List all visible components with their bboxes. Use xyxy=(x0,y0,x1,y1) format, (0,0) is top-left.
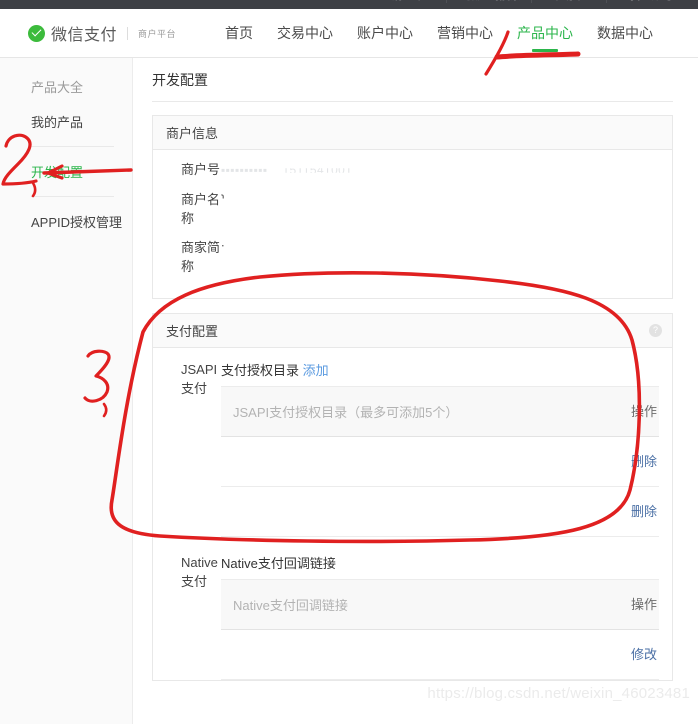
nav-item-product-center[interactable]: 产品中心 xyxy=(505,9,585,58)
merchant-id-redacted: ▪▪▪▪▪▪▪▪▪▪ xyxy=(221,163,283,177)
jsapi-op-header: 操作 xyxy=(631,403,658,419)
nav-item-account-center[interactable]: 账户中心 xyxy=(345,9,425,58)
native-op-header: 操作 xyxy=(631,596,658,612)
nav-item-marketing-center[interactable]: 营销中心 xyxy=(425,9,505,58)
merchant-row-name: 商户名称 } xyxy=(153,180,672,228)
sidebar: 产品大全 我的产品 开发配置 APPID授权管理 xyxy=(0,58,133,724)
native-grid-header-row: Native支付回调链接 操作 xyxy=(221,580,659,630)
watermark: https://blog.csdn.net/weixin_46023481 xyxy=(427,685,690,702)
main-nav: 首页 交易中心 账户中心 营销中心 产品中心 数据中心 xyxy=(213,9,665,58)
nav-item-data-center[interactable]: 数据中心 xyxy=(585,9,665,58)
merchant-id-value: 1511541001 xyxy=(282,163,353,177)
brand-name: 微信支付 xyxy=(51,27,118,44)
sidebar-item-dev-config[interactable]: 开发配置 xyxy=(0,152,132,191)
wechat-pay-logo-icon xyxy=(28,24,45,42)
jsapi-grid-row-1: 删除 xyxy=(221,437,659,487)
merchant-info-header: 商户信息 xyxy=(153,116,672,150)
merchant-shortname-value: : xyxy=(221,240,225,255)
native-pay-subhead-text: Native支付回调链接 xyxy=(221,556,336,571)
jsapi-row-2-delete[interactable]: 删除 xyxy=(629,487,659,536)
message-icon: ▤ xyxy=(379,0,388,1)
merchant-row-id-value: ▪▪▪▪▪▪▪▪▪▪ 1511541001 xyxy=(221,160,352,180)
topbar-item-messages-label: 消息中心 xyxy=(392,0,436,3)
topbar-item-help[interactable]: ● 帮助中心 xyxy=(531,0,605,3)
native-callback-grid: Native支付回调链接 操作 修改 xyxy=(221,579,659,680)
sidebar-heading: 产品大全 xyxy=(31,80,84,95)
brand-divider xyxy=(127,26,129,40)
jsapi-pay-label: JSAPI支付 xyxy=(181,362,218,396)
native-row-1-value xyxy=(221,630,629,679)
merchant-row-name-label: 商户名称 xyxy=(181,192,221,226)
main-content: 开发配置 商户信息 商户号 ▪▪▪▪▪▪▪▪▪▪ 1511541001 商户名称… xyxy=(134,58,698,724)
native-placeholder-cell: Native支付回调链接 xyxy=(233,598,348,613)
merchant-name-value: } xyxy=(221,192,226,207)
jsapi-grid-row-2: 删除 xyxy=(221,487,659,537)
pay-config-header: 支付配置 ? xyxy=(153,314,672,348)
jsapi-grid-header-row: JSAPI支付授权目录（最多可添加5个） 操作 xyxy=(221,387,659,437)
pay-config-panel: 支付配置 ? JSAPI支付 支付授权目录 添加 JSAPI支付授权目录（最多可… xyxy=(152,313,673,681)
chevron-down-icon: ▾ xyxy=(677,0,682,1)
jsapi-row-1-delete[interactable]: 删除 xyxy=(629,437,659,486)
native-row-1-modify[interactable]: 修改 xyxy=(629,630,659,679)
sidebar-divider-2 xyxy=(31,196,114,197)
nav-item-home[interactable]: 首页 xyxy=(213,9,265,58)
sidebar-divider-1 xyxy=(31,146,114,147)
topbar-item-account-label: 我的账号 xyxy=(629,0,673,3)
sidebar-item-appid-auth[interactable]: APPID授权管理 xyxy=(0,202,132,241)
site-header: 微信支付 商户平台 首页 交易中心 账户中心 营销中心 产品中心 数据中心 xyxy=(0,9,698,58)
jsapi-placeholder-cell: JSAPI支付授权目录（最多可添加5个） xyxy=(233,405,459,420)
sidebar-item-my-products[interactable]: 我的产品 xyxy=(0,102,132,141)
merchant-info-title: 商户信息 xyxy=(166,126,219,141)
jsapi-pay-body: 支付授权目录 添加 JSAPI支付授权目录（最多可添加5个） 操作 删除 删除 xyxy=(221,360,672,537)
merchant-info-body: 商户号 ▪▪▪▪▪▪▪▪▪▪ 1511541001 商户名称 } 商家简称 : xyxy=(153,150,672,298)
merchant-row-name-value: } xyxy=(221,190,225,228)
jsapi-row-1-value xyxy=(221,437,629,486)
pay-config-title: 支付配置 xyxy=(166,324,219,339)
native-pay-label: Native支付 xyxy=(181,555,218,589)
native-grid-row-1: 修改 xyxy=(221,630,659,680)
merchant-row-shortname: 商家简称 : xyxy=(153,228,672,276)
page-title: 开发配置 xyxy=(152,72,208,88)
merchant-info-panel: 商户信息 商户号 ▪▪▪▪▪▪▪▪▪▪ 1511541001 商户名称 } 商家 xyxy=(152,115,673,299)
topbar-item-account[interactable]: ▲ 我的账号 ▾ xyxy=(605,0,692,3)
jsapi-pay-subhead: 支付授权目录 添加 xyxy=(221,360,659,386)
merchant-row-shortname-label: 商家简称 xyxy=(181,240,221,274)
jsapi-row-2-value xyxy=(221,487,629,536)
page-title-rule xyxy=(152,101,673,102)
merchant-row-id-label: 商户号 xyxy=(181,162,221,177)
jsapi-pay-subhead-text: 支付授权目录 xyxy=(221,363,300,378)
jsapi-add-link[interactable]: 添加 xyxy=(303,363,329,378)
merchant-row-shortname-value: : xyxy=(221,238,225,276)
topbar-item-search-label: 微分词搜索 xyxy=(466,0,521,3)
brand-subtitle: 商户平台 xyxy=(138,28,177,39)
merchant-row-id: 商户号 ▪▪▪▪▪▪▪▪▪▪ 1511541001 xyxy=(153,150,672,180)
native-pay-body: Native支付回调链接 Native支付回调链接 操作 修改 xyxy=(221,553,672,680)
topbar-item-help-label: 帮助中心 xyxy=(552,0,596,3)
topbar-item-messages[interactable]: ▤ 消息中心 xyxy=(369,0,446,3)
jsapi-directory-grid: JSAPI支付授权目录（最多可添加5个） 操作 删除 删除 xyxy=(221,386,659,537)
native-pay-subhead: Native支付回调链接 xyxy=(221,553,659,579)
topbar-item-search[interactable]: ◕ 微分词搜索 xyxy=(445,0,531,3)
brand-logo[interactable]: 微信支付 商户平台 xyxy=(0,21,176,45)
nav-item-transaction-center[interactable]: 交易中心 xyxy=(265,9,345,58)
jsapi-pay-block: JSAPI支付 支付授权目录 添加 JSAPI支付授权目录（最多可添加5个） 操… xyxy=(153,348,672,537)
question-mark-icon[interactable]: ? xyxy=(649,324,662,337)
native-pay-block: Native支付 Native支付回调链接 Native支付回调链接 操作 修改 xyxy=(153,537,672,680)
page-root: ▤ 消息中心 ◕ 微分词搜索 ● 帮助中心 ▲ 我的账号 ▾ 微信支付 商户平台 xyxy=(0,0,698,724)
